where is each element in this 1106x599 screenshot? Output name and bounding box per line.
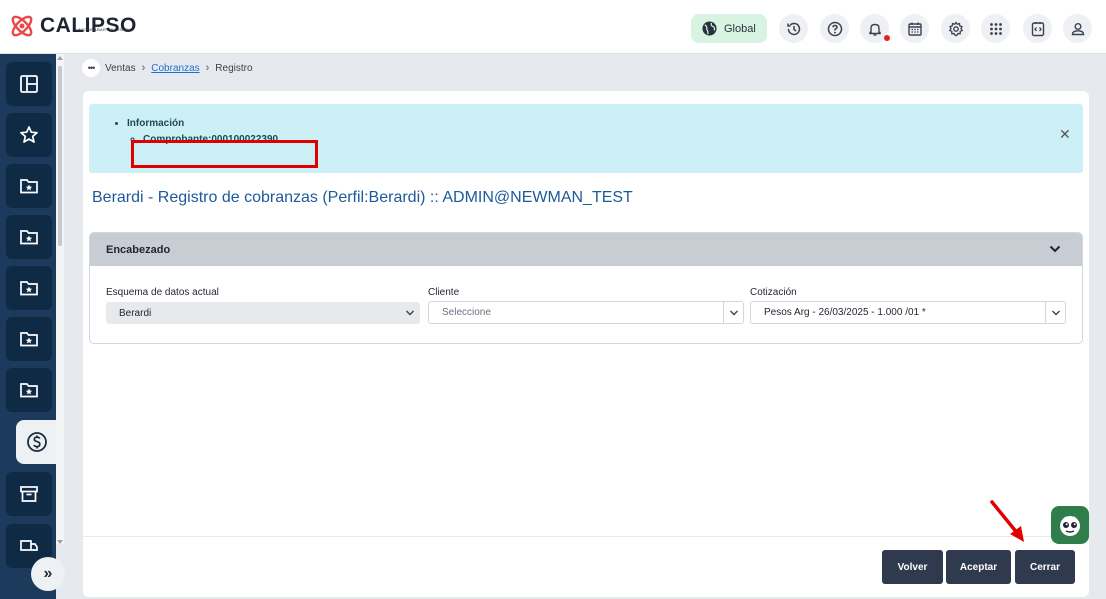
- cotizacion-label: Cotización: [750, 287, 797, 298]
- cliente-placeholder: Seleccione: [442, 307, 491, 318]
- star-icon: [20, 126, 38, 143]
- chevron-down-icon: [723, 302, 743, 323]
- apps-grid-icon: [989, 22, 1002, 35]
- user-button[interactable]: [1063, 14, 1092, 43]
- esquema-value: Berardi: [119, 307, 152, 319]
- user-icon: [1071, 22, 1084, 35]
- sidebar-item-folder-2[interactable]: [6, 215, 52, 259]
- info-title: Información: [127, 118, 185, 129]
- footer-divider: [83, 536, 1089, 537]
- section-header[interactable]: Encabezado: [90, 233, 1082, 266]
- breadcrumb-cobranzas-link[interactable]: Cobranzas: [151, 63, 199, 74]
- chevron-down-icon: [1045, 302, 1065, 323]
- cotizacion-select[interactable]: Pesos Arg - 26/03/2025 - 1.000 /01 *: [750, 301, 1066, 324]
- bell-icon: [868, 23, 881, 36]
- main-card: Información Comprobante:000100022390 ✕ B…: [83, 91, 1089, 597]
- chevron-right-icon: ›: [205, 62, 210, 74]
- close-icon[interactable]: ✕: [1059, 126, 1071, 143]
- sidebar-item-dashboard[interactable]: [6, 62, 52, 106]
- folder-star-icon: [20, 230, 38, 245]
- annotation-arrow-icon: [990, 500, 1024, 542]
- notification-dot: [884, 35, 890, 41]
- chevron-right-icon: ›: [141, 62, 146, 74]
- code-button[interactable]: [1023, 14, 1052, 43]
- sidebar-item-folder-1[interactable]: [6, 164, 52, 208]
- esquema-label: Esquema de datos actual: [106, 287, 219, 298]
- cliente-select[interactable]: Seleccione: [428, 301, 744, 324]
- help-icon: [827, 21, 842, 36]
- folder-star-icon: [20, 383, 38, 398]
- sidebar: [0, 54, 56, 599]
- sidebar-scrollbar[interactable]: [56, 54, 64, 544]
- dollar-icon: [27, 432, 47, 452]
- scroll-up-icon[interactable]: [57, 56, 63, 60]
- highlight-box: [131, 140, 318, 168]
- aceptar-button[interactable]: Aceptar: [946, 550, 1011, 584]
- sidebar-item-folder-3[interactable]: [6, 266, 52, 310]
- code-icon: [1031, 21, 1044, 36]
- breadcrumb-more-button[interactable]: •••: [82, 59, 100, 77]
- breadcrumb: ••• Ventas › Cobranzas › Registro: [82, 58, 253, 78]
- top-bar: CALIPSO ACOMPAÑAR ES VISIÓN Global: [0, 0, 1106, 54]
- calipso-logo[interactable]: CALIPSO: [8, 12, 137, 40]
- settings-icon: [948, 20, 963, 36]
- sidebar-item-folder-5[interactable]: [6, 368, 52, 412]
- esquema-select[interactable]: Berardi: [106, 302, 420, 324]
- sidebar-item-favorites[interactable]: [6, 113, 52, 157]
- cotizacion-value: Pesos Arg - 26/03/2025 - 1.000 /01 *: [764, 307, 926, 318]
- folder-star-icon: [20, 179, 38, 194]
- robot-icon: [1060, 516, 1080, 536]
- history-icon: [786, 22, 800, 35]
- folder-star-icon: [20, 332, 38, 347]
- sidebar-item-folder-4[interactable]: [6, 317, 52, 361]
- sidebar-item-archive[interactable]: [6, 472, 52, 516]
- calendar-icon: [907, 22, 922, 36]
- logo-text: CALIPSO: [40, 14, 137, 37]
- chevron-down-icon: [400, 302, 420, 324]
- history-button[interactable]: [779, 14, 808, 43]
- archive-icon: [20, 486, 38, 502]
- assistant-bot-button[interactable]: [1051, 506, 1089, 544]
- apps-button[interactable]: [981, 14, 1010, 43]
- sidebar-item-cobranzas[interactable]: [16, 420, 56, 464]
- volver-button[interactable]: Volver: [882, 550, 943, 584]
- globe-icon: [702, 21, 717, 36]
- folder-star-icon: [20, 281, 38, 296]
- chevron-down-icon[interactable]: [1048, 242, 1062, 256]
- section-title: Encabezado: [106, 243, 171, 256]
- global-label: Global: [724, 22, 756, 35]
- settings-button[interactable]: [941, 14, 970, 43]
- calipso-logo-icon: [8, 12, 36, 40]
- breadcrumb-ventas: Ventas: [105, 62, 136, 74]
- info-alert: Información Comprobante:000100022390 ✕: [89, 104, 1083, 173]
- calendar-button[interactable]: [900, 14, 929, 43]
- help-button[interactable]: [820, 14, 849, 43]
- scroll-down-icon[interactable]: [57, 540, 63, 544]
- logo-tagline: ACOMPAÑAR ES VISIÓN: [78, 27, 131, 32]
- global-button[interactable]: Global: [691, 14, 767, 43]
- notifications-button[interactable]: [860, 14, 890, 43]
- cerrar-button[interactable]: Cerrar: [1015, 550, 1075, 584]
- encabezado-section: Encabezado Esquema de datos actual Berar…: [89, 232, 1083, 344]
- layout-icon: [20, 75, 38, 93]
- breadcrumb-registro: Registro: [215, 62, 253, 74]
- sidebar-toggle-button[interactable]: »: [31, 557, 65, 591]
- truck-icon: [20, 540, 38, 551]
- cliente-label: Cliente: [428, 287, 460, 298]
- scrollbar-thumb[interactable]: [58, 66, 62, 246]
- page-title: Berardi - Registro de cobranzas (Perfil:…: [92, 189, 633, 206]
